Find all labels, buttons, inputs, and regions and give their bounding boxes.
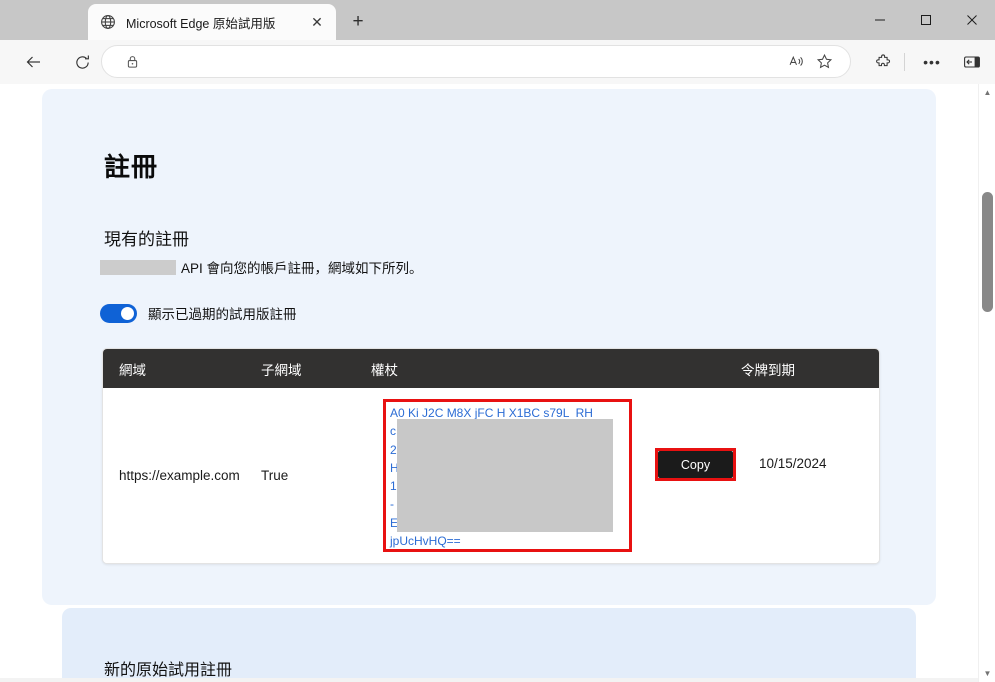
refresh-icon[interactable] [65, 45, 99, 79]
scroll-down-arrow-icon[interactable]: ▼ [979, 665, 995, 682]
scroll-up-arrow-icon[interactable]: ▲ [979, 84, 995, 101]
column-header-expiry: 令牌到期 [741, 362, 795, 378]
section-heading-existing: 現有的註冊 [104, 230, 189, 249]
toggle-knob [121, 306, 134, 320]
tab-title: Microsoft Edge 原始試用版 [126, 16, 276, 31]
copy-button[interactable]: Copy [658, 451, 733, 478]
cell-expiry-value: 10/15/2024 [759, 456, 827, 471]
column-header-domain: 網域 [119, 362, 146, 378]
close-button[interactable] [949, 0, 995, 40]
puzzle-icon[interactable] [866, 45, 900, 79]
sidebar-icon[interactable] [955, 45, 989, 79]
token-highlight-box: A0 Ki J2C M8X jFC H X1BC s79L RH c 2 s H… [383, 399, 632, 552]
new-tab-button[interactable]: + [344, 9, 372, 35]
table-row: https://example.com True A0 Ki J2C M8X j… [103, 388, 879, 563]
page-title: 註冊 [104, 152, 159, 182]
vertical-scrollbar[interactable]: ▲ ▼ [978, 84, 995, 682]
registrations-table: 網域 子網域 權杖 令牌到期 https://example.com True … [102, 348, 880, 564]
cell-subdomain: True [261, 468, 289, 483]
copy-button-highlight-box: Copy [655, 448, 736, 481]
window-controls [857, 0, 995, 40]
redaction-block-token [397, 419, 613, 532]
address-bar[interactable] [101, 45, 851, 78]
more-settings-icon[interactable]: ••• [915, 45, 949, 79]
lock-icon [125, 54, 141, 70]
globe-icon [100, 14, 116, 30]
show-expired-toggle-label: 顯示已過期的試用版註冊 [148, 307, 297, 322]
show-expired-toggle[interactable] [100, 303, 137, 323]
star-icon[interactable] [810, 48, 838, 76]
back-arrow-icon[interactable] [17, 45, 51, 79]
browser-window: Microsoft Edge 原始試用版 ✕ + ••• 註冊 現有的註冊 AP… [0, 0, 995, 682]
minimize-button[interactable] [857, 0, 903, 40]
maximize-button[interactable] [903, 0, 949, 40]
page-viewport: 註冊 現有的註冊 API 會向您的帳戶註冊，網域如下所列。 顯示已過期的試用版註… [0, 84, 995, 682]
table-header-row: 網域 子網域 權杖 令牌到期 [103, 349, 879, 388]
column-header-subdomain: 子網域 [261, 362, 302, 378]
registration-panel: 註冊 現有的註冊 API 會向您的帳戶註冊，網域如下所列。 顯示已過期的試用版註… [42, 89, 936, 605]
horizontal-scroll-gutter [0, 678, 978, 682]
cell-token: A0 Ki J2C M8X jFC H X1BC s79L RH c 2 s H… [371, 388, 827, 563]
scrollbar-thumb[interactable] [982, 192, 993, 312]
new-registration-heading: 新的原始試用註冊 [104, 662, 233, 679]
toolbar-divider [904, 53, 905, 71]
column-header-token: 權杖 [371, 362, 398, 378]
cell-domain: https://example.com [119, 468, 240, 483]
toolbar-right-actions: ••• [849, 45, 989, 79]
tab-close-icon[interactable]: ✕ [306, 11, 328, 33]
redaction-block-api-name [100, 259, 176, 275]
tab-strip: Microsoft Edge 原始試用版 ✕ + [0, 0, 995, 40]
browser-tab[interactable]: Microsoft Edge 原始試用版 ✕ [88, 4, 336, 40]
new-registration-panel: 新的原始試用註冊 [62, 608, 916, 682]
read-aloud-icon[interactable] [782, 48, 810, 76]
section-description-text: API 會向您的帳戶註冊，網域如下所列。 [181, 261, 423, 276]
section-description: API 會向您的帳戶註冊，網域如下所列。 [100, 257, 423, 277]
show-expired-toggle-row[interactable]: 顯示已過期的試用版註冊 [100, 303, 297, 323]
